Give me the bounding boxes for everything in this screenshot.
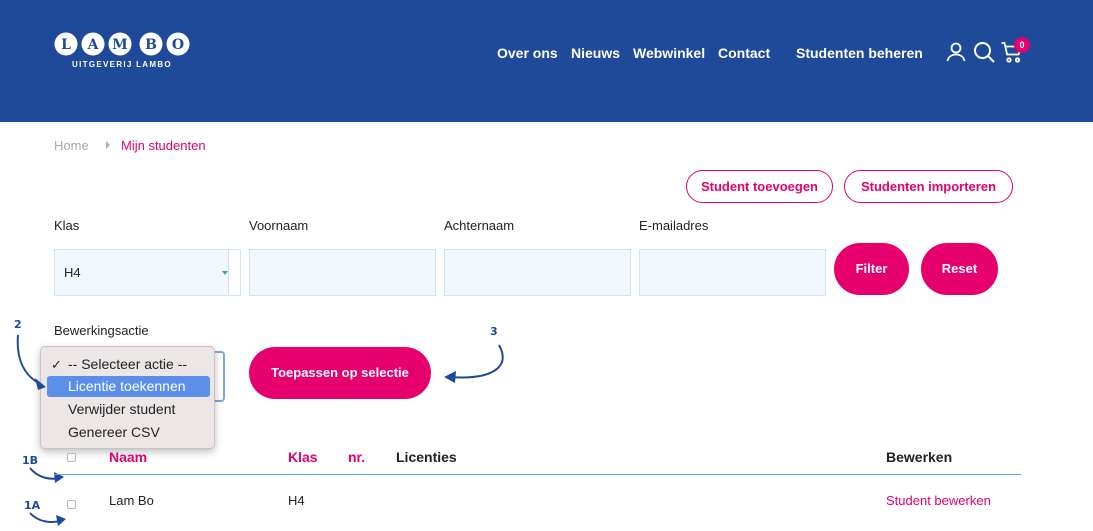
col-header-bewerken: Bewerken: [886, 449, 953, 465]
annotation-arrow-3: [449, 344, 504, 379]
annotation-arrow-2: [16, 334, 43, 386]
col-header-nr[interactable]: nr.: [348, 449, 365, 465]
arrowhead-icon: [56, 515, 66, 526]
cell-klas: H4: [288, 493, 305, 508]
arrowhead-icon: [35, 378, 46, 390]
select-all-checkbox[interactable]: [67, 453, 76, 462]
table-header-divider: [54, 474, 1021, 475]
col-header-naam[interactable]: Naam: [109, 449, 147, 465]
edit-student-link[interactable]: Student bewerken: [886, 493, 991, 508]
col-header-licenties: Licenties: [396, 449, 457, 465]
row-checkbox[interactable]: [67, 500, 76, 509]
col-header-klas[interactable]: Klas: [288, 449, 318, 465]
arrowhead-icon: [444, 371, 456, 383]
cell-naam: Lam Bo: [109, 493, 154, 508]
